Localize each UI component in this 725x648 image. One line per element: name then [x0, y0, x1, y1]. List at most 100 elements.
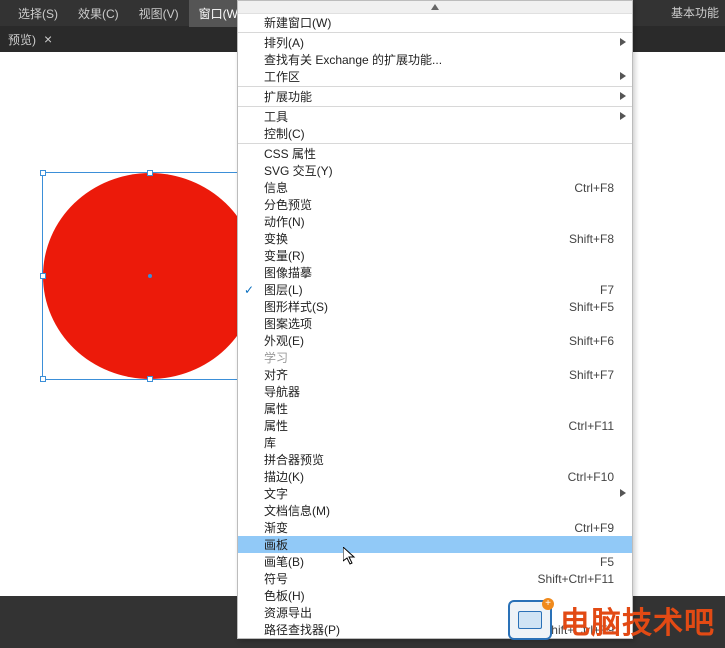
close-icon[interactable]: × — [44, 32, 52, 46]
menu-item-label: 新建窗口(W) — [264, 14, 614, 31]
center-point-icon — [148, 274, 152, 278]
menu-select[interactable]: 选择(S) — [8, 0, 68, 27]
menu-item-label: 动作(N) — [264, 213, 614, 230]
watermark: + 电脑技术吧 — [508, 598, 715, 642]
document-tab[interactable]: 预览) × — [0, 27, 60, 52]
selection-bounding-box[interactable] — [42, 172, 258, 380]
menu-item: 学习 — [238, 349, 632, 366]
chevron-right-icon — [620, 489, 626, 497]
menu-item-label: 拼合器预览 — [264, 451, 614, 468]
menu-item[interactable]: ✓ 图层(L)F7 — [238, 281, 632, 298]
menu-item[interactable]: 符号Shift+Ctrl+F11 — [238, 570, 632, 587]
menu-item-label: 查找有关 Exchange 的扩展功能... — [264, 51, 614, 68]
menu-item[interactable]: 画板 — [238, 536, 632, 553]
menu-item[interactable]: 信息Ctrl+F8 — [238, 179, 632, 196]
menu-item-shortcut: Shift+F8 — [569, 232, 614, 246]
checkmark-icon: ✓ — [244, 283, 254, 297]
chevron-right-icon — [620, 38, 626, 46]
menu-item-label: 画板 — [264, 536, 614, 553]
menu-item[interactable]: 图案选项 — [238, 315, 632, 332]
menu-item[interactable]: 工作区 — [238, 68, 632, 85]
tab-title: 预览) — [8, 31, 36, 48]
menu-item-shortcut: Ctrl+F8 — [574, 181, 614, 195]
menu-item[interactable]: 文档信息(M) — [238, 502, 632, 519]
menu-separator — [238, 143, 632, 144]
menu-item-label: 属性 — [264, 417, 569, 434]
menu-separator — [238, 86, 632, 87]
menu-item[interactable]: 属性Ctrl+F11 — [238, 417, 632, 434]
menu-item[interactable]: 渐变Ctrl+F9 — [238, 519, 632, 536]
menu-item-label: 库 — [264, 434, 614, 451]
menu-item[interactable]: 拼合器预览 — [238, 451, 632, 468]
menu-item[interactable]: 描边(K)Ctrl+F10 — [238, 468, 632, 485]
resize-handle[interactable] — [40, 273, 46, 279]
menu-effects[interactable]: 效果(C) — [68, 0, 129, 27]
menu-separator — [238, 106, 632, 107]
menu-item-shortcut: Shift+F5 — [569, 300, 614, 314]
menu-item-shortcut: Shift+F6 — [569, 334, 614, 348]
menu-item-label: 信息 — [264, 179, 574, 196]
resize-handle[interactable] — [40, 376, 46, 382]
menu-item-shortcut: Ctrl+F10 — [568, 470, 614, 484]
menu-item[interactable]: 动作(N) — [238, 213, 632, 230]
menu-item-label: 画笔(B) — [264, 553, 600, 570]
menu-item[interactable]: 图像描摹 — [238, 264, 632, 281]
menu-scroll-up[interactable] — [238, 1, 632, 14]
menu-item-shortcut: Ctrl+F11 — [569, 419, 614, 433]
menu-item-label: CSS 属性 — [264, 145, 614, 162]
menu-item[interactable]: 文字 — [238, 485, 632, 502]
workspace-switcher[interactable]: 基本功能 — [671, 4, 719, 21]
menu-item-label: 扩展功能 — [264, 88, 614, 105]
menu-item-label: 变换 — [264, 230, 569, 247]
menu-item-label: 对齐 — [264, 366, 569, 383]
menu-item[interactable]: 画笔(B)F5 — [238, 553, 632, 570]
menu-view[interactable]: 视图(V) — [129, 0, 189, 27]
menu-item[interactable]: 扩展功能 — [238, 88, 632, 105]
menu-item[interactable]: 图形样式(S)Shift+F5 — [238, 298, 632, 315]
menu-item-label: 外观(E) — [264, 332, 569, 349]
menu-item[interactable]: 变量(R) — [238, 247, 632, 264]
menu-item[interactable]: 变换Shift+F8 — [238, 230, 632, 247]
menu-item-label: 属性 — [264, 400, 614, 417]
menu-item-label: 文字 — [264, 485, 614, 502]
menu-item-label: SVG 交互(Y) — [264, 162, 614, 179]
menu-item[interactable]: 新建窗口(W) — [238, 14, 632, 31]
menu-item[interactable]: 查找有关 Exchange 的扩展功能... — [238, 51, 632, 68]
menu-item[interactable]: 导航器 — [238, 383, 632, 400]
menu-item[interactable]: 控制(C) — [238, 125, 632, 142]
menu-item-label: 工作区 — [264, 68, 614, 85]
menu-item-label: 控制(C) — [264, 125, 614, 142]
menu-item-label: 文档信息(M) — [264, 502, 614, 519]
menu-item[interactable]: 工具 — [238, 108, 632, 125]
menu-item-label: 排列(A) — [264, 34, 614, 51]
menu-item-label: 导航器 — [264, 383, 614, 400]
resize-handle[interactable] — [147, 376, 153, 382]
menu-item-label: 变量(R) — [264, 247, 614, 264]
menu-item[interactable]: 库 — [238, 434, 632, 451]
menu-item[interactable]: 外观(E)Shift+F6 — [238, 332, 632, 349]
menu-item[interactable]: 对齐Shift+F7 — [238, 366, 632, 383]
menu-item-label: 图层(L) — [264, 281, 600, 298]
menu-item-shortcut: Shift+F7 — [569, 368, 614, 382]
menu-item[interactable]: SVG 交互(Y) — [238, 162, 632, 179]
menu-item-label: 路径查找器(P) — [264, 621, 543, 638]
chevron-right-icon — [620, 92, 626, 100]
menu-item-label: 图像描摹 — [264, 264, 614, 281]
plus-icon: + — [542, 598, 554, 610]
menu-item-shortcut: F7 — [600, 283, 614, 297]
chevron-right-icon — [620, 72, 626, 80]
watermark-text: 电脑技术吧 — [560, 598, 715, 642]
menu-item[interactable]: 分色预览 — [238, 196, 632, 213]
menu-item-shortcut: F5 — [600, 555, 614, 569]
chevron-right-icon — [620, 112, 626, 120]
menu-item-label: 工具 — [264, 108, 614, 125]
menu-item[interactable]: 排列(A) — [238, 34, 632, 51]
menu-item-label: 描边(K) — [264, 468, 568, 485]
menu-item[interactable]: CSS 属性 — [238, 145, 632, 162]
menu-item-label: 渐变 — [264, 519, 574, 536]
watermark-logo-icon: + — [508, 600, 552, 640]
resize-handle[interactable] — [40, 170, 46, 176]
menu-item[interactable]: 属性 — [238, 400, 632, 417]
menu-item-label: 图案选项 — [264, 315, 614, 332]
resize-handle[interactable] — [147, 170, 153, 176]
